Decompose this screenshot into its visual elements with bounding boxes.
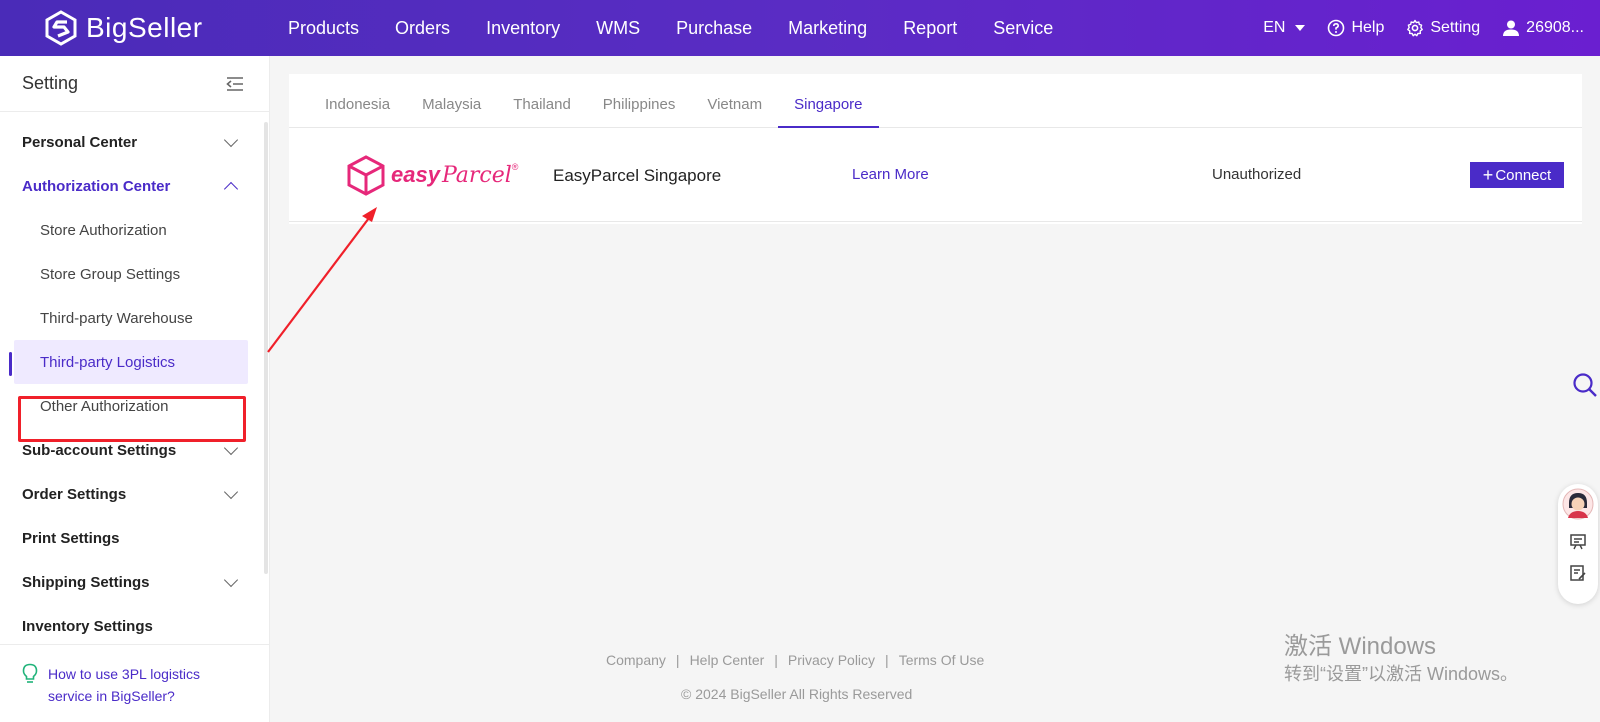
sidebar-group-label: Order Settings <box>22 485 127 503</box>
tab-malaysia[interactable]: Malaysia <box>406 96 497 127</box>
nav-orders[interactable]: Orders <box>377 18 468 39</box>
logo-wordmark: easy <box>391 162 440 187</box>
tab-philippines[interactable]: Philippines <box>587 96 692 127</box>
lightbulb-icon <box>22 663 38 683</box>
user-id: 26908... <box>1526 19 1584 36</box>
active-item-indicator <box>9 352 12 376</box>
logistics-panel: Indonesia Malaysia Thailand Philippines … <box>289 74 1582 224</box>
setting-link[interactable]: Setting <box>1406 19 1480 37</box>
gear-icon <box>1407 19 1424 37</box>
sidebar-scrollbar[interactable] <box>264 122 268 574</box>
collapse-menu-icon[interactable] <box>225 76 245 92</box>
nav-products[interactable]: Products <box>270 18 377 39</box>
sidebar-group-order-settings[interactable]: Order Settings <box>0 472 262 516</box>
edit-note-icon <box>1570 565 1586 581</box>
sidebar-group-shipping-settings[interactable]: Shipping Settings <box>0 560 262 604</box>
sidebar-group-inventory-settings[interactable]: Inventory Settings <box>0 604 262 640</box>
bigseller-logo-icon <box>45 10 77 46</box>
language-label: EN <box>1263 19 1286 36</box>
nav-report[interactable]: Report <box>885 18 975 39</box>
top-navigation-bar: BigSeller Products Orders Inventory WMS … <box>0 0 1600 56</box>
user-menu[interactable]: 26908... <box>1502 19 1584 37</box>
windows-activation-watermark: 激活 Windows <box>1284 633 1437 660</box>
divider: | <box>675 652 680 668</box>
sidebar-item-third-party-warehouse[interactable]: Third-party Warehouse <box>0 296 262 340</box>
sidebar-group-label: Authorization Center <box>22 177 171 195</box>
chevron-up-icon <box>223 181 239 196</box>
footer-link-terms-of-use[interactable]: Terms Of Use <box>899 652 985 668</box>
caret-down-icon <box>1295 25 1306 31</box>
nav-service[interactable]: Service <box>975 18 1071 39</box>
sidebar-item-other-authorization[interactable]: Other Authorization <box>0 384 262 428</box>
carrier-name: EasyParcel Singapore <box>553 166 722 185</box>
nav-inventory[interactable]: Inventory <box>468 18 578 39</box>
sidebar-item-third-party-logistics[interactable]: Third-party Logistics <box>14 340 248 384</box>
brand-logo[interactable]: BigSeller <box>44 10 244 46</box>
learn-more-link[interactable]: Learn More <box>852 166 929 183</box>
authorization-status: Unauthorized <box>1212 166 1302 183</box>
customer-service-avatar[interactable] <box>1562 488 1594 525</box>
sidebar-help-footer: How to use 3PL logistics service in BigS… <box>0 644 270 722</box>
chevron-down-icon <box>223 484 239 499</box>
footer-link-privacy-policy[interactable]: Privacy Policy <box>788 652 875 668</box>
box-cube-icon <box>347 155 385 196</box>
help-label: Help <box>1351 19 1385 36</box>
divider: | <box>885 652 889 668</box>
copyright-text: © 2024 BigSeller All Rights Reserved <box>681 686 913 702</box>
divider: | <box>774 652 778 668</box>
nav-wms[interactable]: WMS <box>578 18 658 39</box>
sidebar-item-store-group-settings[interactable]: Store Group Settings <box>0 252 262 296</box>
question-circle-icon <box>1328 19 1345 37</box>
carrier-row: easy Parcel ® EasyParcel Singapore Learn… <box>289 128 1582 222</box>
floating-toolbar <box>1558 484 1598 604</box>
sidebar-header: Setting <box>0 56 269 112</box>
main-nav: Products Orders Inventory WMS Purchase M… <box>270 18 1071 39</box>
connect-label: Connect <box>1495 166 1552 184</box>
tab-indonesia[interactable]: Indonesia <box>309 96 406 127</box>
top-right-actions: EN Help Setting 26908... <box>1241 19 1600 37</box>
footer-links: Company | Help Center | Privacy Policy |… <box>606 652 984 668</box>
help-link[interactable]: Help <box>1327 19 1384 37</box>
plus-icon: + <box>1482 164 1494 185</box>
windows-activation-hint: 转到“设置”以激活 Windows。 <box>1284 664 1519 684</box>
footer-link-help-center[interactable]: Help Center <box>690 652 765 668</box>
brand-name: BigSeller <box>86 12 203 43</box>
easyparcel-logo: easy Parcel ® <box>345 154 518 196</box>
connect-button[interactable]: + Connect <box>1470 162 1564 188</box>
sidebar-group-label: Shipping Settings <box>22 573 150 591</box>
sidebar-group-personal-center[interactable]: Personal Center <box>0 120 262 164</box>
search-icon[interactable] <box>1572 372 1598 398</box>
sidebar-group-label: Personal Center <box>22 133 138 151</box>
chevron-down-icon <box>223 440 239 455</box>
help-article-link[interactable]: How to use 3PL logistics service in BigS… <box>48 663 228 722</box>
chevron-down-icon <box>223 132 239 147</box>
country-tabs: Indonesia Malaysia Thailand Philippines … <box>289 74 1582 128</box>
footer-link-company[interactable]: Company <box>606 652 666 668</box>
sidebar-group-label: Sub-account Settings <box>22 441 177 459</box>
avatar-icon <box>1562 488 1594 520</box>
sidebar-item-store-authorization[interactable]: Store Authorization <box>0 208 262 252</box>
sidebar-group-sub-account-settings[interactable]: Sub-account Settings <box>0 428 262 472</box>
sidebar-title: Setting <box>22 73 79 93</box>
nav-purchase[interactable]: Purchase <box>658 18 770 39</box>
settings-sidebar: Setting Personal Center Authorization Ce… <box>0 56 270 722</box>
tab-vietnam[interactable]: Vietnam <box>691 96 778 127</box>
setting-label: Setting <box>1430 19 1481 36</box>
chat-board-icon <box>1570 534 1586 550</box>
user-icon <box>1503 20 1520 36</box>
notes-button[interactable] <box>1569 564 1587 587</box>
sidebar-group-authorization-center[interactable]: Authorization Center <box>0 164 262 208</box>
registered-mark: ® <box>511 162 519 172</box>
tab-singapore[interactable]: Singapore <box>778 96 879 128</box>
sidebar-group-print-settings[interactable]: Print Settings <box>0 516 262 560</box>
tab-thailand[interactable]: Thailand <box>497 96 587 127</box>
sidebar-menu: Personal Center Authorization Center Sto… <box>0 120 262 640</box>
logo-script: Parcel <box>441 162 512 188</box>
language-selector[interactable]: EN <box>1263 19 1306 37</box>
nav-marketing[interactable]: Marketing <box>770 18 885 39</box>
feedback-button[interactable] <box>1569 533 1587 556</box>
sidebar-group-label: Inventory Settings <box>22 617 153 635</box>
chevron-down-icon <box>223 572 239 587</box>
sidebar-group-label: Print Settings <box>22 529 120 547</box>
